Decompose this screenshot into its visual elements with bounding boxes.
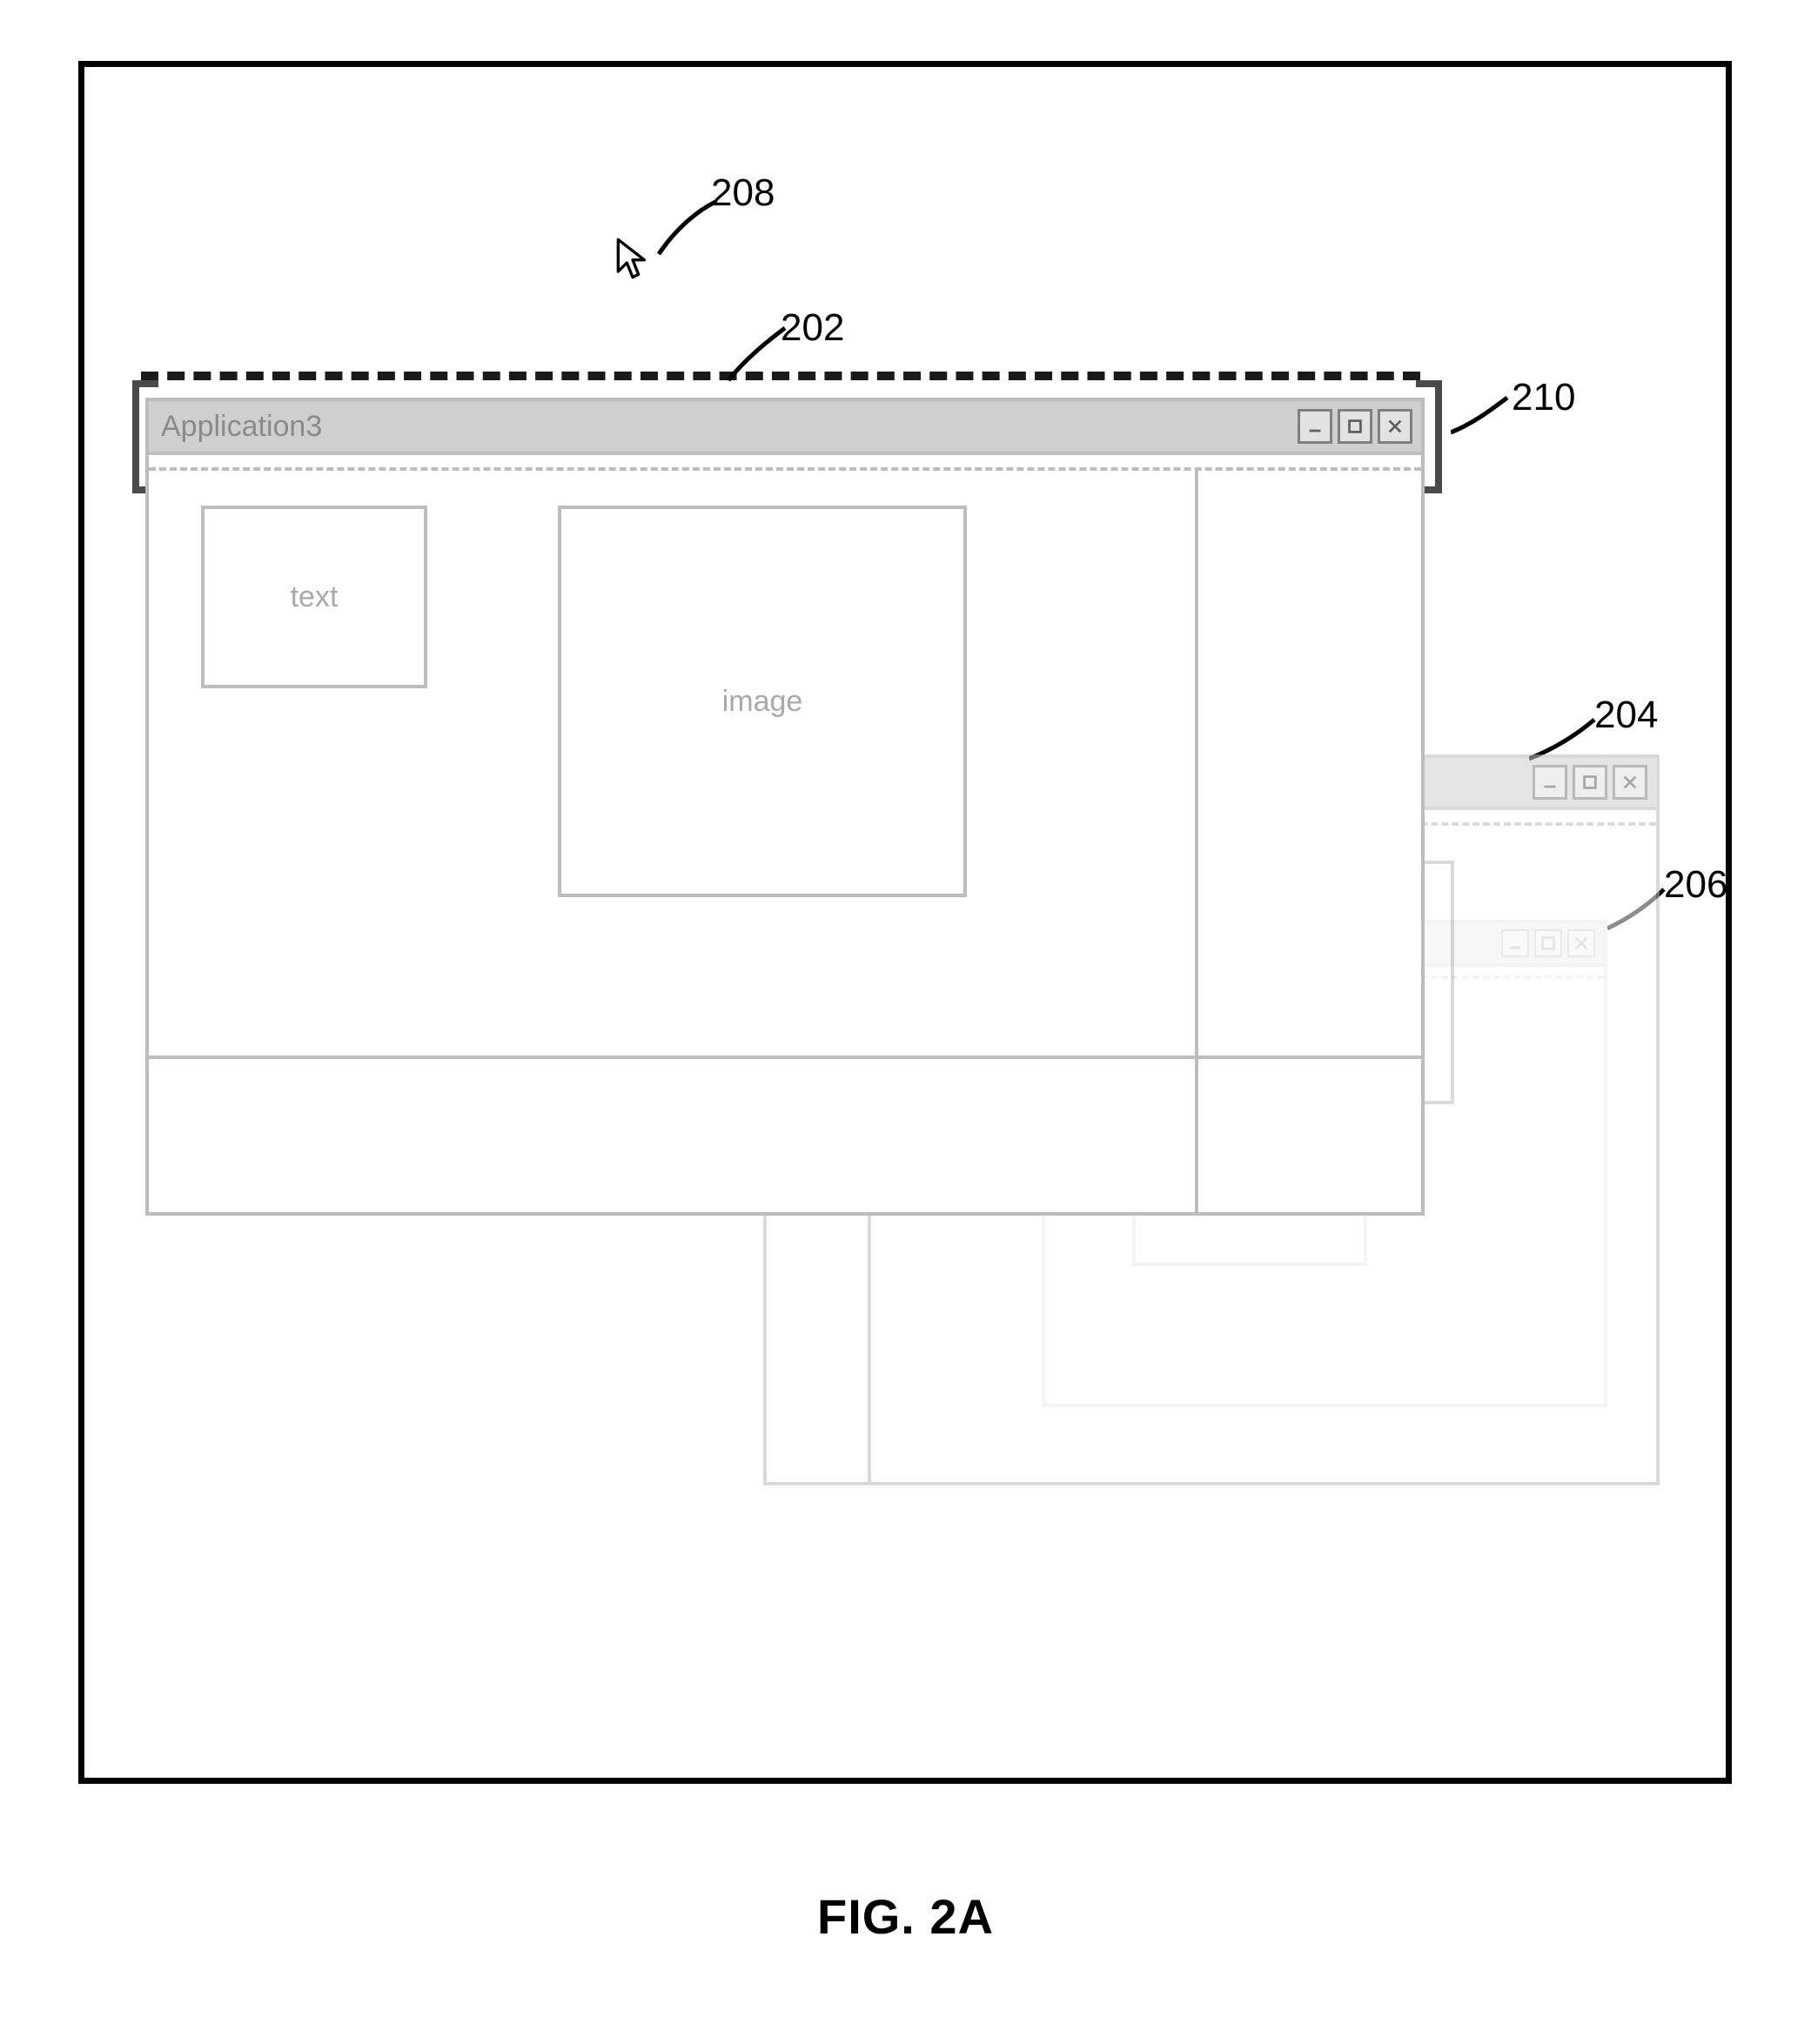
- leader-208: [650, 193, 720, 263]
- titlebar-application3[interactable]: Application3: [149, 401, 1421, 455]
- ref-202: 202: [781, 306, 844, 350]
- ref-208: 208: [711, 171, 775, 215]
- ref-204: 204: [1594, 694, 1658, 737]
- minimize-button[interactable]: [1298, 409, 1332, 444]
- patent-figure-page: Application1 text Application2: [0, 0, 1811, 2044]
- placeholder-label: image: [722, 685, 803, 719]
- cursor-icon: [615, 237, 650, 280]
- close-button[interactable]: [1613, 765, 1647, 800]
- leader-210: [1451, 393, 1512, 437]
- window-application3[interactable]: Application3 text image: [145, 398, 1425, 1216]
- window-title: Application3: [161, 410, 322, 444]
- maximize-button[interactable]: [1573, 765, 1607, 800]
- maximize-button[interactable]: [1338, 409, 1372, 444]
- status-bar: [149, 1056, 1421, 1212]
- minimize-button[interactable]: [1533, 765, 1567, 800]
- figure-caption: FIG. 2A: [0, 1888, 1811, 1945]
- window-body: text image: [149, 471, 1421, 1212]
- image-region: image: [558, 506, 967, 897]
- window-controls: [1533, 765, 1647, 800]
- text-region: text: [201, 506, 427, 688]
- figure-frame: Application1 text Application2: [78, 61, 1732, 1784]
- window-controls: [1298, 409, 1412, 444]
- menubar: [149, 455, 1421, 471]
- leader-202: [720, 319, 789, 389]
- close-button[interactable]: [1378, 409, 1412, 444]
- placeholder-label: text: [291, 580, 339, 614]
- ref-206: 206: [1664, 863, 1727, 907]
- ref-210: 210: [1512, 376, 1575, 419]
